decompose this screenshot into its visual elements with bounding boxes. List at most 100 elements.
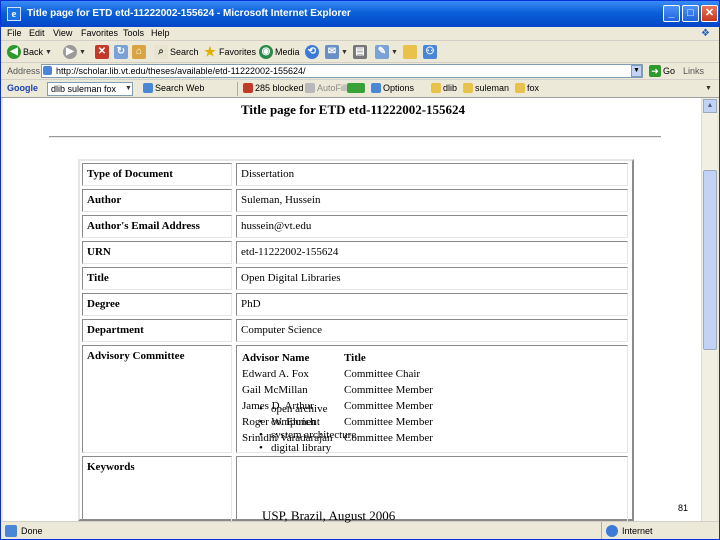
advisor-name-header: Advisor Name bbox=[242, 352, 310, 364]
back-button[interactable]: ◀ Back ▼ bbox=[7, 44, 52, 60]
popup-blocker-icon bbox=[243, 83, 253, 93]
mail-icon: ✉ bbox=[325, 45, 339, 59]
title-bar: e Title page for ETD etd-11222002-155624… bbox=[1, 1, 719, 27]
search-term-label: dlib bbox=[443, 83, 458, 93]
author-value: Suleman, Hussein bbox=[236, 189, 628, 212]
chevron-down-icon[interactable]: ▼ bbox=[705, 85, 712, 92]
scroll-thumb[interactable] bbox=[703, 170, 717, 350]
standard-toolbar: ◀ Back ▼ ▶ ▼ ✕ ↻ ⌂ ⌕ Search ★ Favorites … bbox=[1, 41, 719, 63]
history-icon: ⟲ bbox=[305, 45, 319, 59]
degree-value: PhD bbox=[236, 293, 628, 316]
email-value[interactable]: hussein@vt.edu bbox=[236, 215, 628, 238]
highlight-icon bbox=[515, 83, 525, 93]
close-button[interactable]: ✕ bbox=[701, 5, 718, 22]
menu-tools[interactable]: Tools bbox=[123, 28, 144, 38]
page-rank-icon bbox=[347, 83, 365, 93]
search-icon: ⌕ bbox=[154, 45, 168, 59]
search-term-dlib[interactable]: dlib bbox=[431, 83, 457, 93]
address-bar: Address http://scholar.lib.vt.edu/theses… bbox=[1, 63, 719, 80]
metadata-table: Type of Document Dissertation Author Sul… bbox=[78, 159, 634, 521]
back-arrow-icon: ◀ bbox=[7, 45, 21, 59]
home-button[interactable]: ⌂ bbox=[132, 44, 146, 60]
favorites-label: Favorites bbox=[219, 47, 257, 57]
urn-label: URN bbox=[82, 241, 232, 264]
toolbar-separator bbox=[237, 82, 238, 96]
menu-file[interactable]: File bbox=[7, 28, 22, 38]
highlight-icon bbox=[431, 83, 441, 93]
search-label: Search bbox=[170, 47, 199, 57]
search-button[interactable]: ⌕ Search bbox=[154, 44, 199, 60]
star-icon: ★ bbox=[204, 44, 216, 59]
keyword-item: open archive bbox=[259, 403, 356, 416]
zone-label: Internet bbox=[622, 526, 653, 536]
menu-view[interactable]: View bbox=[53, 28, 72, 38]
autofill-button[interactable]: AutoFill bbox=[305, 83, 347, 93]
popup-blocker-button[interactable]: 285 blocked bbox=[243, 83, 304, 93]
address-label: Address bbox=[7, 66, 41, 76]
scroll-up-button[interactable]: ▲ bbox=[703, 99, 717, 113]
messenger-button[interactable]: ⚇ bbox=[423, 44, 437, 60]
mail-button[interactable]: ✉ ▼ bbox=[325, 44, 348, 60]
stop-button[interactable]: ✕ bbox=[95, 44, 109, 60]
search-term-fox[interactable]: fox bbox=[515, 83, 539, 93]
page-icon bbox=[43, 66, 52, 75]
slide-caption: USP, Brazil, August 2006 bbox=[262, 508, 396, 523]
search-web-icon bbox=[143, 83, 153, 93]
author-label: Author bbox=[82, 189, 232, 212]
google-logo[interactable]: Google bbox=[7, 83, 38, 93]
urn-value: etd-11222002-155624 bbox=[236, 241, 628, 264]
department-value: Computer Science bbox=[236, 319, 628, 342]
refresh-button[interactable]: ↻ bbox=[114, 44, 128, 60]
network-icon: ⚇ bbox=[423, 45, 437, 59]
page-done-icon bbox=[5, 525, 17, 537]
menu-favorites[interactable]: Favorites bbox=[81, 28, 118, 38]
options-button[interactable]: Options bbox=[371, 83, 414, 93]
keyword-item: system architecture bbox=[259, 429, 356, 442]
media-label: Media bbox=[275, 47, 300, 57]
menu-help[interactable]: Help bbox=[151, 28, 170, 38]
search-term-label: fox bbox=[527, 83, 540, 93]
vertical-scrollbar[interactable]: ▲ bbox=[701, 98, 717, 521]
forward-arrow-icon: ▶ bbox=[63, 45, 77, 59]
security-zone: Internet bbox=[601, 522, 719, 539]
title-label: Title bbox=[82, 267, 232, 290]
refresh-icon: ↻ bbox=[114, 45, 128, 59]
chevron-down-icon: ▼ bbox=[45, 48, 52, 56]
minimize-button[interactable]: _ bbox=[663, 5, 680, 22]
address-dropdown-button[interactable]: ▼ bbox=[631, 65, 642, 77]
horizontal-divider bbox=[49, 136, 661, 138]
go-arrow-icon: ➜ bbox=[649, 65, 661, 77]
search-term-suleman[interactable]: suleman bbox=[463, 83, 509, 93]
department-label: Department bbox=[82, 319, 232, 342]
history-button[interactable]: ⟲ bbox=[305, 44, 319, 60]
search-web-button[interactable]: Search Web bbox=[143, 83, 204, 93]
advisor-title-header: Title bbox=[344, 352, 366, 364]
maximize-button[interactable]: □ bbox=[682, 5, 699, 22]
go-button[interactable]: ➜ Go bbox=[649, 65, 675, 77]
edit-button[interactable]: ✎ ▼ bbox=[375, 44, 398, 60]
blocked-label: 285 blocked bbox=[255, 83, 304, 93]
windows-logo-icon: ❖ bbox=[701, 28, 710, 39]
address-input[interactable]: http://scholar.lib.vt.edu/theses/availab… bbox=[41, 64, 643, 78]
email-label: Author's Email Address bbox=[82, 215, 232, 238]
stop-icon: ✕ bbox=[95, 45, 109, 59]
chevron-down-icon: ▼ bbox=[79, 48, 86, 56]
folder-button[interactable] bbox=[403, 44, 417, 60]
chevron-down-icon: ▼ bbox=[341, 48, 348, 56]
chevron-down-icon[interactable]: ▼ bbox=[125, 85, 132, 92]
keywords-list: open archive component system architectu… bbox=[259, 403, 356, 455]
google-search-input[interactable]: dlib suleman fox bbox=[47, 82, 133, 96]
links-button[interactable]: Links bbox=[683, 66, 704, 76]
page-rank-button[interactable] bbox=[347, 83, 365, 93]
forward-button[interactable]: ▶ ▼ bbox=[63, 44, 86, 60]
media-button[interactable]: ◉ Media bbox=[259, 44, 300, 60]
autofill-label: AutoFill bbox=[317, 83, 348, 93]
member-name: Gail McMillan bbox=[242, 384, 308, 396]
favorites-button[interactable]: ★ Favorites bbox=[203, 44, 256, 60]
print-button[interactable]: ▤ bbox=[353, 44, 367, 60]
degree-label: Degree bbox=[82, 293, 232, 316]
edit-icon: ✎ bbox=[375, 45, 389, 59]
chevron-down-icon: ▼ bbox=[391, 48, 398, 56]
menu-edit[interactable]: Edit bbox=[29, 28, 45, 38]
folder-icon bbox=[403, 45, 417, 59]
